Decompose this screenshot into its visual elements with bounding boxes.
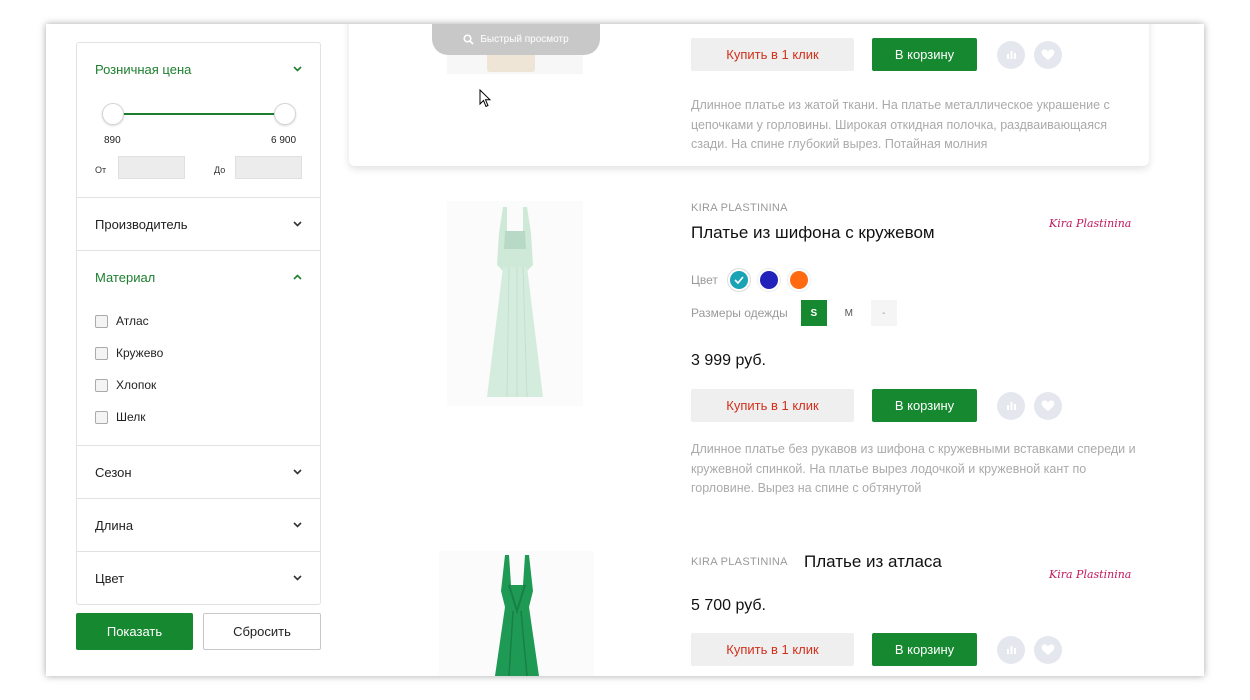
- price-to-label: До: [214, 165, 226, 175]
- product-name[interactable]: Платье из атласа: [804, 552, 942, 572]
- brand-logo: Kira Plastinina: [1049, 568, 1132, 581]
- price-to-input[interactable]: [235, 156, 302, 179]
- compare-icon[interactable]: [997, 635, 1025, 664]
- filter-color-header[interactable]: Цвет: [77, 552, 320, 604]
- compare-icon[interactable]: [997, 40, 1025, 69]
- product-actions: Купить в 1 клик В корзину: [691, 633, 1062, 666]
- add-to-cart-button[interactable]: В корзину: [872, 633, 977, 666]
- quick-view-button[interactable]: Быстрый просмотр: [432, 24, 600, 55]
- chevron-down-icon: [293, 64, 302, 75]
- product-price: 5 700 руб.: [691, 597, 766, 614]
- checkbox[interactable]: [95, 378, 108, 392]
- size-option[interactable]: -: [870, 300, 897, 326]
- color-swatch[interactable]: [789, 271, 808, 289]
- material-option[interactable]: Кружево: [77, 337, 320, 369]
- material-option-label: Шелк: [116, 410, 146, 424]
- filter-length-title: Длина: [95, 517, 134, 533]
- show-button[interactable]: Показать: [76, 613, 193, 650]
- filter-maker-title: Производитель: [95, 216, 188, 232]
- filter-season: Сезон: [77, 445, 320, 498]
- size-option[interactable]: M: [836, 300, 862, 326]
- material-option-label: Хлопок: [116, 378, 157, 392]
- price-min-handle[interactable]: [102, 103, 124, 125]
- heart-icon[interactable]: [1034, 391, 1062, 420]
- price-slider-track[interactable]: [113, 113, 285, 115]
- product-brand: KIRA PLASTININA: [691, 202, 788, 214]
- filter-material-title: Материал: [95, 269, 156, 285]
- filter-maker: Производитель: [77, 197, 320, 250]
- material-option[interactable]: Шелк: [77, 401, 320, 433]
- color-swatch[interactable]: [759, 271, 778, 289]
- search-icon: [463, 34, 474, 45]
- size-option[interactable]: S: [800, 300, 827, 326]
- material-option-label: Атлас: [116, 314, 149, 328]
- filter-price-header[interactable]: Розничная цена: [77, 43, 320, 95]
- filter-material: Материал Атлас Кружево Хлопок Шелк: [77, 250, 320, 445]
- brand-logo: Kira Plastinina: [1049, 217, 1132, 230]
- filter-length: Длина: [77, 498, 320, 551]
- quick-view-label: Быстрый просмотр: [480, 34, 569, 45]
- filter-color-title: Цвет: [95, 570, 125, 586]
- price-from-label: От: [95, 165, 107, 175]
- compare-icon[interactable]: [997, 391, 1025, 420]
- material-option[interactable]: Атлас: [77, 305, 320, 337]
- product-actions: Купить в 1 клик В корзину: [691, 38, 1062, 71]
- chevron-down-icon: [293, 219, 302, 230]
- filter-price: Розничная цена 890 6 900 От До: [77, 43, 320, 197]
- product-image[interactable]: [447, 201, 583, 406]
- price-min-value: 890: [104, 135, 121, 146]
- page-frame: Розничная цена 890 6 900 От До Производи…: [46, 24, 1204, 676]
- size-label: Размеры одежды: [691, 306, 788, 320]
- product-price: 3 999 руб.: [691, 352, 766, 369]
- heart-icon[interactable]: [1034, 635, 1062, 664]
- color-label: Цвет: [691, 273, 718, 287]
- filter-season-header[interactable]: Сезон: [77, 446, 320, 498]
- product-description: Длинное платье из жатой ткани. На платье…: [691, 98, 1110, 151]
- chevron-down-icon: [293, 467, 302, 478]
- product-actions: Купить в 1 клик В корзину: [691, 389, 1062, 422]
- filter-season-title: Сезон: [95, 464, 132, 480]
- color-row: Цвет: [691, 271, 808, 289]
- chevron-down-icon: [293, 573, 302, 584]
- material-option-label: Кружево: [116, 346, 164, 360]
- chevron-down-icon: [293, 520, 302, 531]
- filter-material-header[interactable]: Материал: [77, 251, 320, 303]
- product-description: Длинное платье без рукавов из шифона с к…: [691, 442, 1136, 495]
- heart-icon[interactable]: [1034, 40, 1062, 69]
- filter-maker-header[interactable]: Производитель: [77, 198, 320, 250]
- checkbox[interactable]: [95, 314, 108, 328]
- add-to-cart-button[interactable]: В корзину: [872, 389, 977, 422]
- price-from-input[interactable]: [118, 156, 185, 179]
- buy-one-click-button[interactable]: Купить в 1 клик: [691, 389, 854, 422]
- filter-color: Цвет: [77, 551, 320, 604]
- product-image[interactable]: [439, 551, 594, 676]
- material-options: Атлас Кружево Хлопок Шелк: [77, 303, 320, 445]
- price-range: 890 6 900 От До: [77, 95, 320, 197]
- filters-panel: Розничная цена 890 6 900 От До Производи…: [76, 42, 321, 605]
- cursor-icon: [479, 88, 492, 113]
- reset-button[interactable]: Сбросить: [203, 613, 321, 650]
- check-icon: [734, 276, 744, 284]
- add-to-cart-button[interactable]: В корзину: [872, 38, 977, 71]
- product-name[interactable]: Платье из шифона с кружевом: [691, 223, 935, 243]
- filter-price-title: Розничная цена: [95, 61, 192, 77]
- price-max-handle[interactable]: [274, 103, 296, 125]
- checkbox[interactable]: [95, 346, 108, 360]
- product-brand: KIRA PLASTININA: [691, 556, 788, 568]
- price-max-value: 6 900: [271, 135, 297, 146]
- chevron-up-icon: [293, 272, 302, 283]
- buy-one-click-button[interactable]: Купить в 1 клик: [691, 633, 854, 666]
- size-row: Размеры одежды S M -: [691, 300, 897, 326]
- material-option[interactable]: Хлопок: [77, 369, 320, 401]
- product-card[interactable]: KIRA PLASTININA Платье из атласа Kira Pl…: [349, 551, 1149, 676]
- filter-length-header[interactable]: Длина: [77, 499, 320, 551]
- buy-one-click-button[interactable]: Купить в 1 клик: [691, 38, 854, 71]
- checkbox[interactable]: [95, 410, 108, 424]
- color-swatch[interactable]: [729, 271, 748, 289]
- product-card[interactable]: KIRA PLASTININA Платье из шифона с круже…: [349, 199, 1149, 504]
